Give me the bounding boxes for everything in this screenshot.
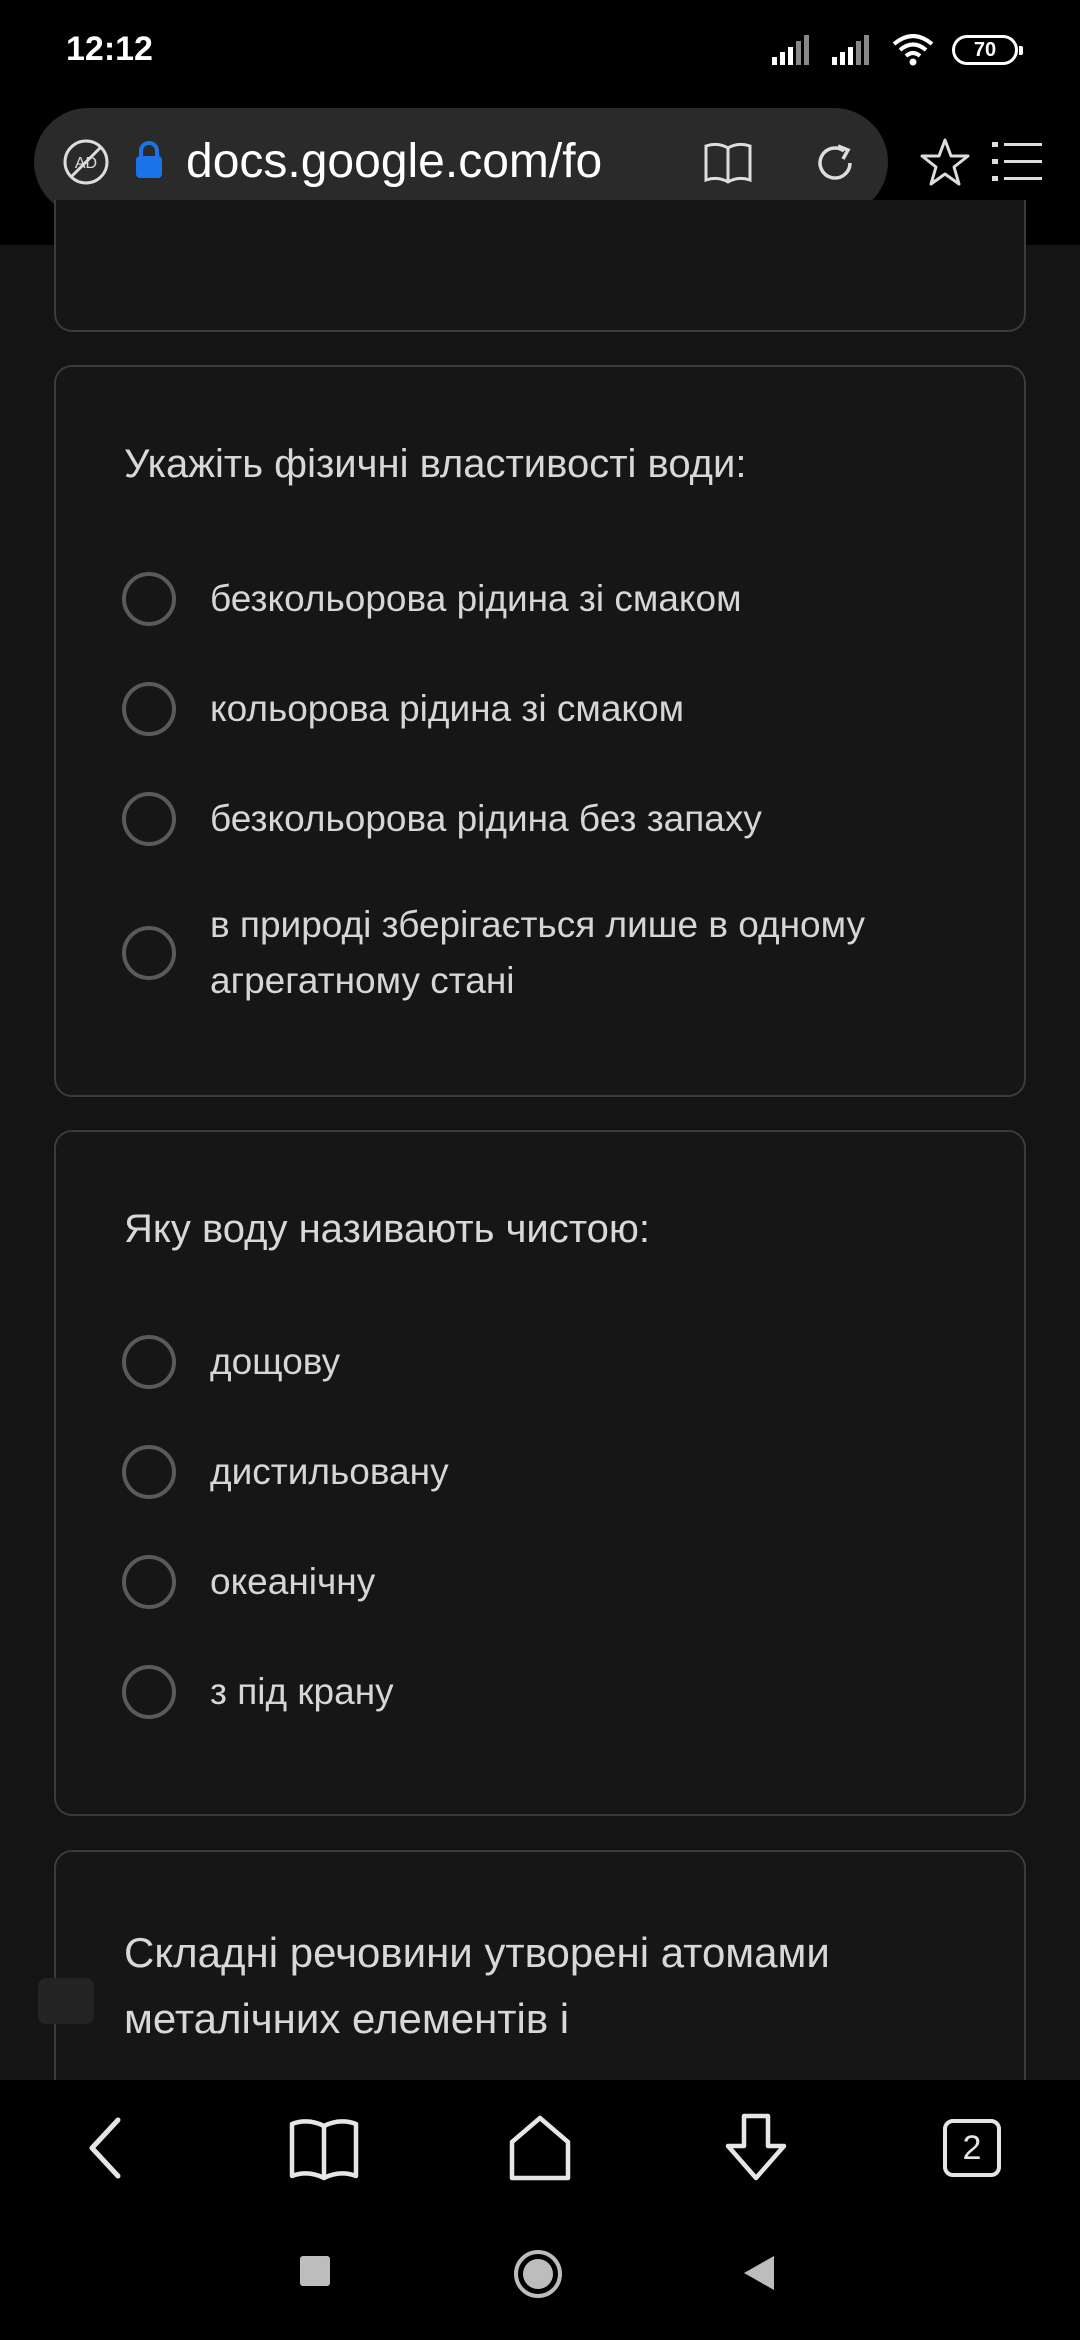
browser-bottom-nav: 2 [0,2080,1080,2210]
question-title: Складні речовини утворені атомами металі… [124,1920,964,2052]
option-label: кольорова рідина зі смаком [210,688,685,729]
option[interactable]: в природі зберігається лише в одному агр… [122,897,982,1009]
option[interactable]: з під крану [122,1664,982,1720]
question-card: Яку воду називають чистою: дощову дистил… [54,1130,1026,1816]
feedback-icon[interactable] [38,1978,94,2024]
reader-mode-icon[interactable] [702,136,754,188]
option[interactable]: океанічну [122,1554,982,1610]
signal-icon [832,35,869,65]
lock-icon [136,141,162,178]
wifi-icon [892,34,934,66]
adblock-icon[interactable]: AD [62,138,110,186]
option-label-line: в природі зберігається лише в одному [210,904,865,945]
radio-button[interactable] [122,1665,176,1719]
system-nav-bar [0,2210,1080,2340]
home-icon[interactable] [502,2110,578,2186]
option-label: дистильовану [210,1451,449,1492]
battery-indicator: 70 [952,35,1023,65]
option[interactable]: безкольорова рідина зі смаком [122,571,982,627]
system-back-icon[interactable] [742,2254,776,2292]
status-bar: 12:12 70 [0,0,1080,100]
battery-level: 70 [973,38,997,61]
radio-button[interactable] [122,1335,176,1389]
signal-icon [772,35,809,65]
radio-button[interactable] [122,926,176,980]
option-label: з під крану [210,1671,394,1712]
question-title: Яку воду називають чистою: [124,1207,650,1251]
star-icon[interactable] [918,136,972,190]
option-label-line: агрегатному стані [210,960,515,1001]
tabs-icon[interactable]: 2 [934,2110,1010,2186]
radio-button[interactable] [122,572,176,626]
question-title-line: металічних елементів і [124,1995,570,2042]
back-icon[interactable] [70,2110,146,2186]
question-title: Укажіть фізичні властивості води: [124,442,747,486]
option-label: дощову [210,1341,341,1382]
bookmarks-icon[interactable] [286,2110,362,2186]
radio-button[interactable] [122,682,176,736]
radio-button[interactable] [122,1555,176,1609]
option-label: в природі зберігається лише в одному агр… [210,897,865,1009]
system-home-icon[interactable] [512,2248,564,2300]
tabs-count: 2 [943,2119,1001,2177]
menu-icon[interactable] [992,140,1042,184]
radio-button[interactable] [122,792,176,846]
option[interactable]: кольорова рідина зі смаком [122,681,982,737]
status-icons: 70 [772,30,1023,70]
option[interactable]: дощову [122,1334,982,1390]
question-card-previous [54,200,1026,332]
option-label: океанічну [210,1561,376,1602]
url-text[interactable]: docs.google.com/fo [186,134,686,190]
recents-icon[interactable] [298,2254,332,2288]
question-title-line: Складні речовини утворені атомами [124,1929,830,1976]
download-icon[interactable] [718,2110,794,2186]
option-label: безкольорова рідина без запаху [210,798,762,839]
option-label: безкольорова рідина зі смаком [210,578,742,619]
screen: 12:12 70 docs.google.com/fo Укажіть фізи… [0,0,1080,2340]
option[interactable]: дистильовану [122,1444,982,1500]
status-time: 12:12 [66,30,153,68]
question-card: Укажіть фізичні властивості води: безкол… [54,365,1026,1097]
reload-icon[interactable] [810,138,860,188]
option[interactable]: безкольорова рідина без запаху [122,791,982,847]
radio-button[interactable] [122,1445,176,1499]
